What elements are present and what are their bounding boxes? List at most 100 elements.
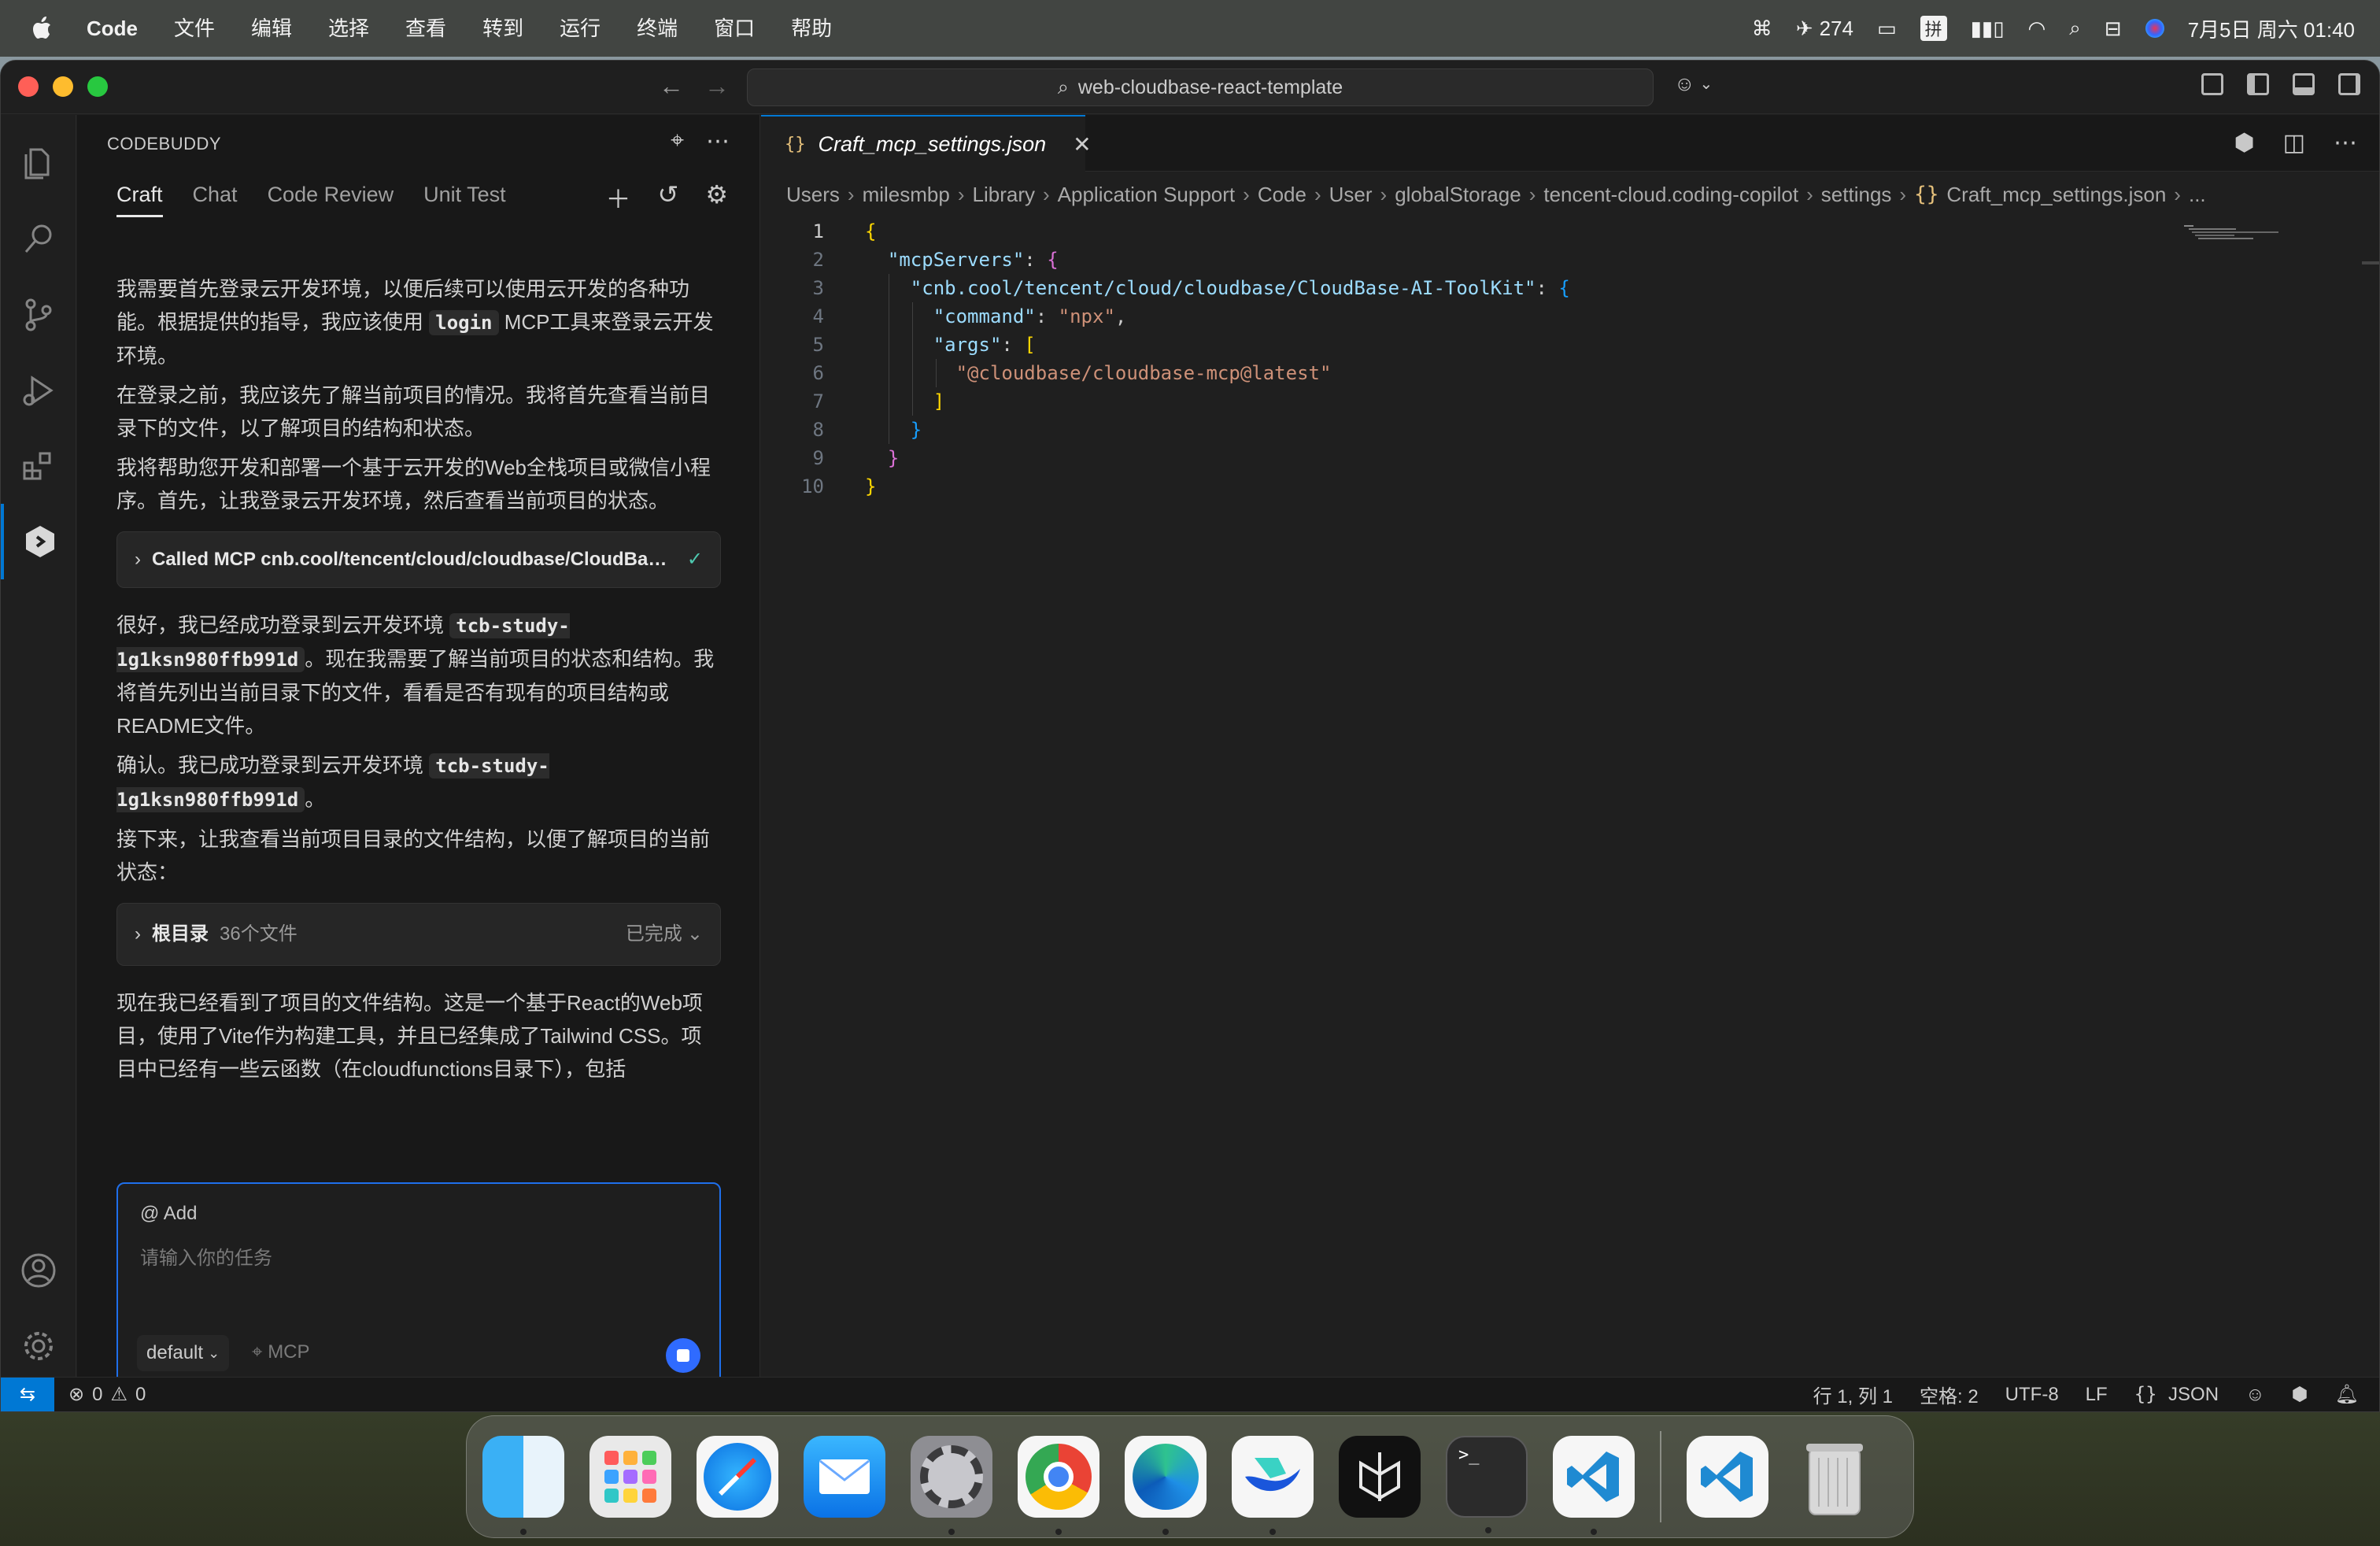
chrome-icon[interactable] <box>1018 1436 1099 1535</box>
minimize-window-button[interactable] <box>53 76 73 97</box>
encoding[interactable]: UTF-8 <box>2005 1384 2059 1406</box>
trash-icon[interactable] <box>1794 1436 1876 1518</box>
breadcrumb-file[interactable]: Craft_mcp_settings.json <box>1946 183 2166 207</box>
explorer-icon[interactable] <box>1 126 76 202</box>
directory-card[interactable]: › 根目录 36个文件 已完成 ⌄ <box>116 903 721 966</box>
safari-icon[interactable] <box>697 1436 778 1518</box>
menu-go[interactable]: 转到 <box>464 0 541 57</box>
notifications-bell-icon[interactable]: 🔔︎ <box>2335 1383 2359 1406</box>
feishu-icon[interactable] <box>1232 1436 1314 1535</box>
editor-tab[interactable]: {} Craft_mcp_settings.json ✕ <box>761 115 1092 172</box>
apple-menu-icon[interactable] <box>20 0 63 57</box>
edge-icon[interactable] <box>1125 1436 1207 1535</box>
history-icon[interactable]: ↺ <box>658 179 679 216</box>
menu-terminal[interactable]: 终端 <box>619 0 696 57</box>
status-bar: ⇆ ⊗ 0 ⚠ 0 行 1, 列 1 空格: 2 UTF-8 LF {} JSO… <box>1 1377 2379 1411</box>
problems-indicator[interactable]: ⊗ 0 ⚠ 0 <box>68 1383 146 1406</box>
codebuddy-status-icon[interactable]: ⬢ <box>2292 1383 2308 1406</box>
gear-icon[interactable] <box>1 1308 76 1384</box>
menu-selection[interactable]: 选择 <box>310 0 387 57</box>
forward-arrow-icon[interactable]: → <box>704 72 730 101</box>
perplexity-icon[interactable] <box>1339 1436 1421 1518</box>
zoom-window-button[interactable] <box>87 76 108 97</box>
breadcrumb-item[interactable]: Code <box>1258 183 1306 207</box>
status-counter[interactable]: ✈ 274 <box>1796 17 1853 41</box>
toggle-secondary-sidebar-icon[interactable] <box>2338 73 2360 95</box>
new-chat-plus-icon[interactable]: ＋ <box>605 179 630 216</box>
language-mode[interactable]: {} JSON <box>2134 1383 2219 1406</box>
breadcrumb-item[interactable]: milesmbp <box>863 183 950 207</box>
copilot-menu-button[interactable]: ☺ ⌄ <box>1674 72 1713 96</box>
menu-file[interactable]: 文件 <box>156 0 233 57</box>
tab-unit-test[interactable]: Unit Test <box>423 183 506 217</box>
wifi-icon[interactable]: ◠ <box>2028 17 2046 41</box>
extensions-icon[interactable] <box>1 428 76 504</box>
task-input[interactable] <box>140 1242 691 1289</box>
breadcrumb-item[interactable]: Users <box>786 183 840 207</box>
toggle-panel-icon[interactable] <box>2293 73 2315 95</box>
breadcrumb-item[interactable]: User <box>1329 183 1373 207</box>
vscode-icon[interactable] <box>1553 1436 1635 1535</box>
bed-icon[interactable]: ▭ <box>1877 17 1897 41</box>
siri-icon[interactable] <box>2145 19 2164 38</box>
control-center-icon[interactable]: ⊟ <box>2105 17 2122 41</box>
breadcrumb-item[interactable]: Application Support <box>1058 183 1235 207</box>
copilot-status-icon[interactable]: ☺ <box>2245 1384 2265 1406</box>
settings-icon[interactable]: ⚙ <box>705 179 728 216</box>
toggle-primary-sidebar-icon[interactable] <box>2247 73 2269 95</box>
split-editor-icon[interactable]: ◫ <box>2283 129 2305 157</box>
stop-button[interactable] <box>666 1338 700 1373</box>
menu-clock[interactable]: 7月5日 周六 01:40 <box>2188 14 2355 43</box>
panel-tabs: Craft Chat Code Review Unit Test <box>116 183 506 217</box>
mcp-call-card[interactable]: › Called MCP cnb.cool/tencent/cloud/clou… <box>116 531 721 588</box>
more-actions-icon[interactable]: ⋯ <box>706 128 730 155</box>
mcp-button[interactable]: ⌖ MCP <box>252 1341 310 1363</box>
menu-window[interactable]: 窗口 <box>696 0 773 57</box>
menu-edit[interactable]: 编辑 <box>233 0 310 57</box>
input-method-badge[interactable]: 拼 <box>1920 16 1947 41</box>
cursor-position[interactable]: 行 1, 列 1 <box>1813 1381 1893 1408</box>
spotlight-search-icon[interactable]: ⌕ <box>2069 16 2081 41</box>
more-actions-icon[interactable]: ⋯ <box>2334 129 2357 157</box>
model-select[interactable]: default ⌄ <box>137 1335 230 1371</box>
finder-icon[interactable] <box>482 1436 564 1535</box>
source-control-icon[interactable] <box>1 277 76 353</box>
command-center-search[interactable]: ⌕ web-cloudbase-react-template <box>747 68 1654 106</box>
breadcrumb-item[interactable]: globalStorage <box>1395 183 1521 207</box>
breadcrumb-item[interactable]: tencent-cloud.coding-copilot <box>1543 183 1798 207</box>
codebuddy-icon[interactable] <box>1 504 76 579</box>
add-context-button[interactable]: @ Add <box>140 1203 197 1225</box>
menu-view[interactable]: 查看 <box>387 0 464 57</box>
vscode-insiders-icon[interactable] <box>1687 1436 1768 1518</box>
pin-icon[interactable]: ⌖ <box>671 128 684 155</box>
system-settings-icon[interactable] <box>911 1436 992 1535</box>
menu-help[interactable]: 帮助 <box>773 0 850 57</box>
search-icon[interactable] <box>1 202 76 277</box>
breadcrumb-item[interactable]: settings <box>1821 183 1892 207</box>
back-arrow-icon[interactable]: ← <box>659 72 684 101</box>
minimap[interactable] <box>2184 224 2278 247</box>
customize-layout-icon[interactable] <box>2201 73 2223 95</box>
battery-icon[interactable]: ▮▮▯ <box>1971 17 2005 41</box>
terminal-icon[interactable]: >_ <box>1446 1436 1528 1533</box>
breadcrumb-item[interactable]: Library <box>973 183 1035 207</box>
close-window-button[interactable] <box>18 76 39 97</box>
codebuddy-action-icon[interactable]: ⬢ <box>2234 129 2254 157</box>
scrollbar[interactable] <box>2362 261 2379 264</box>
run-debug-icon[interactable] <box>1 353 76 428</box>
menu-app-name[interactable]: Code <box>63 0 156 57</box>
breadcrumb-more[interactable]: ... <box>2189 183 2206 207</box>
tab-chat[interactable]: Chat <box>193 183 238 217</box>
indentation[interactable]: 空格: 2 <box>1920 1381 1979 1408</box>
copilot-status-icon[interactable]: ⌘ <box>1752 17 1772 41</box>
mail-icon[interactable] <box>804 1436 885 1518</box>
menu-run[interactable]: 运行 <box>541 0 619 57</box>
tab-code-review[interactable]: Code Review <box>268 183 394 217</box>
end-of-line[interactable]: LF <box>2086 1384 2108 1406</box>
launchpad-icon[interactable] <box>589 1436 671 1518</box>
account-icon[interactable] <box>1 1233 76 1308</box>
remote-indicator-icon[interactable]: ⇆ <box>1 1377 54 1411</box>
tab-craft[interactable]: Craft <box>116 183 163 217</box>
close-tab-icon[interactable]: ✕ <box>1073 131 1091 157</box>
code-editor[interactable]: 1{ 2 "mcpServers": { 3 "cnb.cool/tencent… <box>761 217 2379 501</box>
